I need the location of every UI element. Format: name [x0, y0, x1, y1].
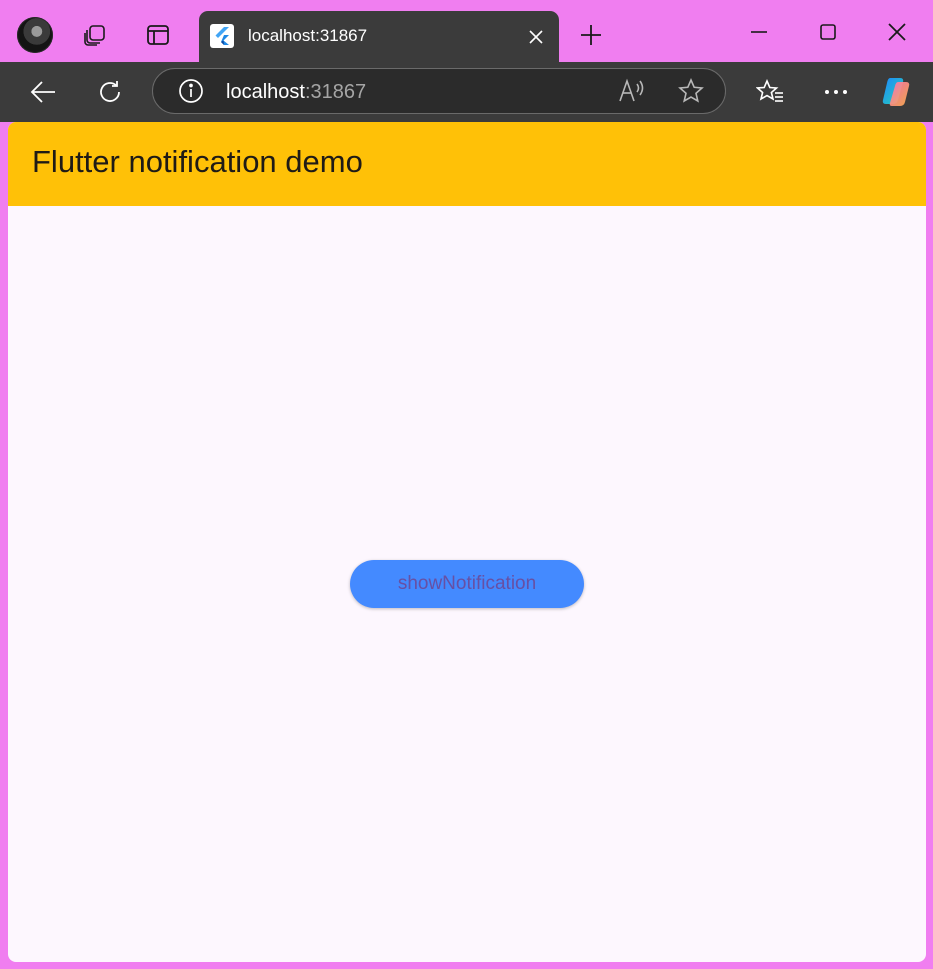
navigation-bar: localhost:31867 — [0, 62, 933, 122]
copilot-icon[interactable] — [880, 74, 916, 110]
url-host: localhost — [226, 81, 305, 103]
url-text[interactable]: localhost:31867 — [226, 81, 366, 104]
url-port: :31867 — [304, 81, 367, 103]
flutter-icon — [210, 24, 234, 48]
more-icon[interactable] — [818, 74, 854, 110]
info-icon[interactable] — [173, 73, 209, 109]
refresh-icon[interactable] — [92, 74, 128, 110]
show-notification-button[interactable]: showNotification — [350, 560, 584, 608]
back-arrow-icon[interactable] — [25, 74, 61, 110]
workspaces-icon[interactable] — [80, 20, 110, 50]
app-bar: Flutter notification demo — [8, 122, 926, 206]
profile-avatar[interactable] — [17, 17, 53, 53]
title-bar: localhost:31867 — [0, 0, 933, 62]
star-icon[interactable] — [673, 73, 709, 109]
plus-icon[interactable] — [577, 21, 605, 49]
read-aloud-icon[interactable] — [614, 73, 650, 109]
favorites-icon[interactable] — [752, 74, 788, 110]
app-bar-title: Flutter notification demo — [32, 144, 363, 179]
address-bar[interactable]: localhost:31867 — [152, 68, 726, 114]
window-bottom-edge — [0, 962, 933, 969]
close-icon[interactable] — [879, 14, 915, 50]
tab-actions-icon[interactable] — [143, 20, 173, 50]
maximize-icon[interactable] — [810, 14, 846, 50]
tab-close-icon[interactable] — [525, 26, 547, 48]
active-tab[interactable]: localhost:31867 — [199, 11, 559, 62]
tab-title: localhost:31867 — [248, 26, 368, 45]
minimize-icon[interactable] — [741, 14, 777, 50]
page-viewport: Flutter notification demo showNotificati… — [8, 122, 926, 962]
